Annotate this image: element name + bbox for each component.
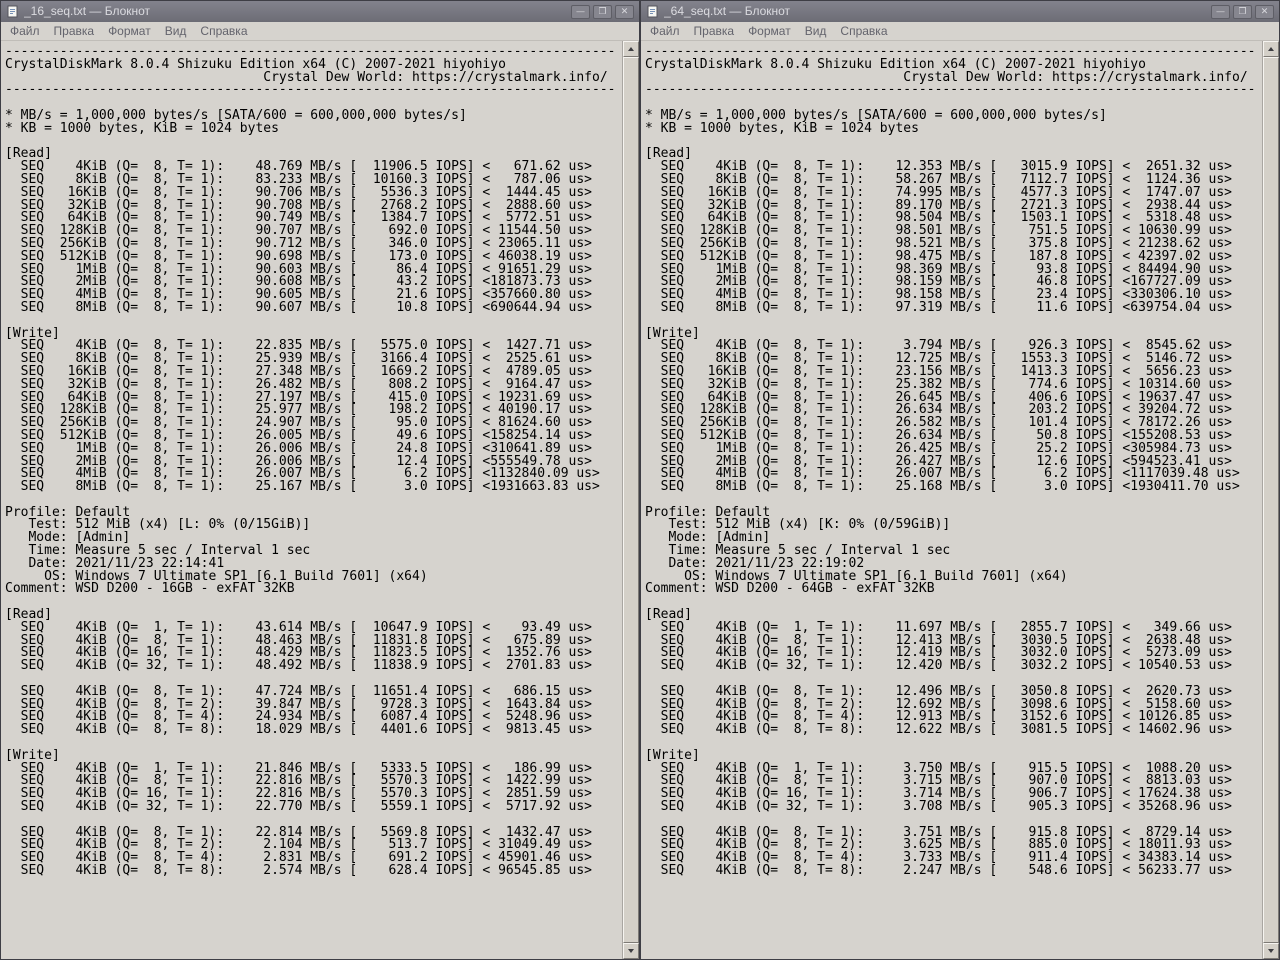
- edit-area: ----------------------------------------…: [641, 41, 1279, 959]
- text-content[interactable]: ----------------------------------------…: [641, 41, 1262, 959]
- maximize-button[interactable]: ❐: [593, 4, 612, 19]
- scrollbar-track[interactable]: [1263, 57, 1279, 943]
- menu-view[interactable]: Вид: [798, 23, 834, 39]
- notepad-icon[interactable]: [6, 5, 19, 18]
- menubar: Файл Правка Формат Вид Справка: [1, 22, 639, 41]
- maximize-button[interactable]: ❐: [1233, 4, 1252, 19]
- titlebar[interactable]: _16_seq.txt — Блокнот — ❐ ✕: [1, 1, 639, 22]
- notepad-icon[interactable]: [646, 5, 659, 18]
- edit-area: ----------------------------------------…: [1, 41, 639, 959]
- window-title: _16_seq.txt — Блокнот: [24, 4, 151, 18]
- menu-edit[interactable]: Правка: [47, 23, 102, 39]
- menu-help[interactable]: Справка: [193, 23, 254, 39]
- titlebar[interactable]: _64_seq.txt — Блокнот — ❐ ✕: [641, 1, 1279, 22]
- close-button[interactable]: ✕: [1255, 4, 1274, 19]
- scroll-up-button[interactable]: [623, 41, 639, 57]
- menubar: Файл Правка Формат Вид Справка: [641, 22, 1279, 41]
- menu-format[interactable]: Формат: [741, 23, 798, 39]
- text-content[interactable]: ----------------------------------------…: [1, 41, 622, 959]
- menu-file[interactable]: Файл: [3, 23, 47, 39]
- menu-format[interactable]: Формат: [101, 23, 158, 39]
- window-controls: — ❐ ✕: [1211, 4, 1274, 19]
- menu-edit[interactable]: Правка: [687, 23, 742, 39]
- scrollbar-thumb[interactable]: [1263, 57, 1279, 943]
- window-title: _64_seq.txt — Блокнот: [664, 4, 791, 18]
- arrow-up-icon: [1268, 47, 1274, 51]
- scroll-down-button[interactable]: [1263, 943, 1279, 959]
- close-button[interactable]: ✕: [615, 4, 634, 19]
- arrow-down-icon: [628, 949, 634, 953]
- menu-help[interactable]: Справка: [833, 23, 894, 39]
- window-controls: — ❐ ✕: [571, 4, 634, 19]
- minimize-button[interactable]: —: [1211, 4, 1230, 19]
- menu-view[interactable]: Вид: [158, 23, 194, 39]
- notepad-window-16: _16_seq.txt — Блокнот — ❐ ✕ Файл Правка …: [0, 0, 640, 960]
- arrow-down-icon: [1268, 949, 1274, 953]
- minimize-button[interactable]: —: [571, 4, 590, 19]
- vertical-scrollbar[interactable]: [622, 41, 639, 959]
- notepad-window-64: _64_seq.txt — Блокнот — ❐ ✕ Файл Правка …: [640, 0, 1280, 960]
- vertical-scrollbar[interactable]: [1262, 41, 1279, 959]
- arrow-up-icon: [628, 47, 634, 51]
- scroll-down-button[interactable]: [623, 943, 639, 959]
- menu-file[interactable]: Файл: [643, 23, 687, 39]
- scrollbar-thumb[interactable]: [623, 57, 639, 943]
- scrollbar-track[interactable]: [623, 57, 639, 943]
- scroll-up-button[interactable]: [1263, 41, 1279, 57]
